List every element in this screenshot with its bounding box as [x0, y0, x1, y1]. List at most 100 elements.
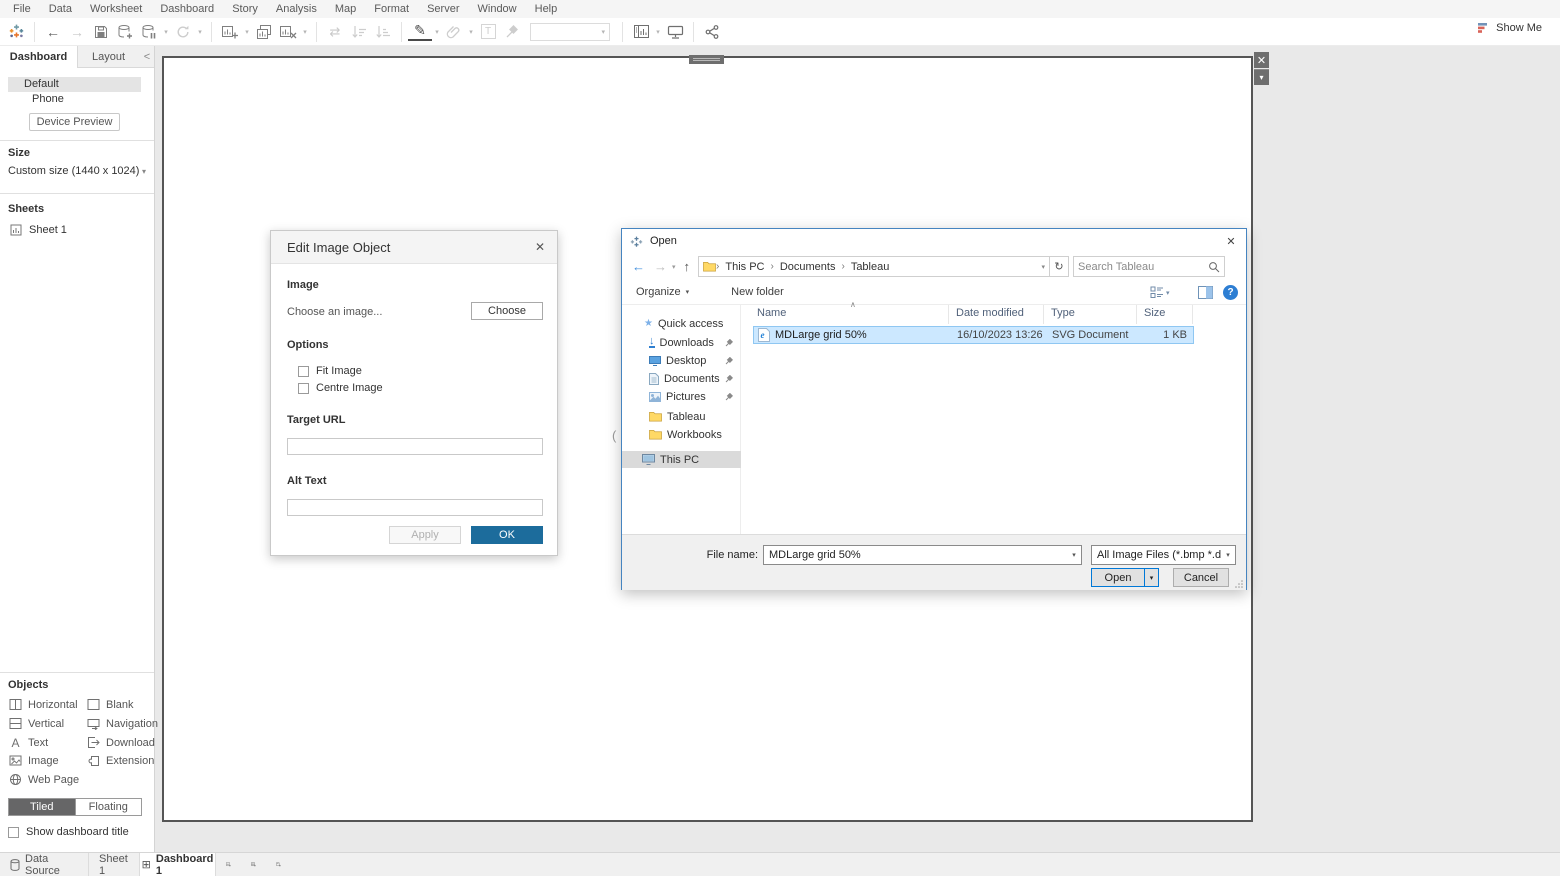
nav-up-icon[interactable]: ↑ [684, 259, 691, 274]
nav-back-icon[interactable]: ← [632, 259, 645, 274]
column-divider[interactable] [1136, 305, 1137, 324]
clear-sheet-icon[interactable] [276, 21, 300, 43]
object-navigation[interactable]: Navigation [87, 717, 158, 730]
show-hide-cards-icon[interactable] [629, 21, 653, 43]
breadcrumb-tableau[interactable]: Tableau [845, 261, 896, 273]
device-default-item[interactable]: Default [8, 77, 141, 92]
column-header-type[interactable]: Type [1051, 307, 1075, 319]
device-phone-item[interactable]: Phone [8, 92, 141, 107]
new-worksheet-icon[interactable] [218, 21, 242, 43]
tab-sheet1[interactable]: Sheet 1 [89, 853, 140, 876]
floating-button[interactable]: Floating [75, 799, 142, 815]
undo-icon[interactable]: ← [41, 21, 65, 43]
column-divider[interactable] [1192, 305, 1193, 324]
column-header-name[interactable]: Name [757, 307, 786, 319]
save-icon[interactable] [89, 21, 113, 43]
tab-dashboard1[interactable]: ⊞ Dashboard 1 [140, 853, 216, 876]
redo-icon[interactable]: → [65, 21, 89, 43]
object-web-page[interactable]: Web Page [9, 773, 79, 786]
search-input[interactable] [1078, 261, 1208, 273]
fix-axes-icon[interactable] [500, 21, 524, 43]
object-menu-caret-icon[interactable]: ▾ [1254, 69, 1269, 85]
share-workbook-icon[interactable] [700, 21, 724, 43]
new-folder-button[interactable]: New folder [731, 286, 784, 298]
column-divider[interactable] [948, 305, 949, 324]
address-bar[interactable]: › This PC › Documents › Tableau ▾ [698, 256, 1050, 277]
address-refresh-icon[interactable]: ↻ [1050, 256, 1069, 277]
object-extension[interactable]: Extension [87, 754, 154, 767]
show-mark-labels-icon[interactable]: T [476, 21, 500, 43]
menu-data[interactable]: Data [40, 3, 81, 15]
nav-downloads[interactable]: ↓ Downloads [649, 334, 741, 351]
highlight-icon[interactable]: ✎ [408, 23, 432, 41]
clear-sheet-caret-icon[interactable]: ▾ [300, 28, 310, 36]
column-header-date-modified[interactable]: Date modified [956, 307, 1024, 319]
open-button[interactable]: Open [1092, 572, 1144, 584]
show-me-button[interactable]: Show Me [1477, 22, 1542, 34]
run-update-icon[interactable] [171, 21, 195, 43]
ok-button[interactable]: OK [471, 526, 543, 544]
show-dashboard-title-checkbox[interactable] [8, 827, 19, 838]
nav-documents[interactable]: Documents [649, 370, 741, 387]
menu-server[interactable]: Server [418, 3, 468, 15]
menu-analysis[interactable]: Analysis [267, 3, 326, 15]
swap-rows-columns-icon[interactable]: ⇄ [323, 21, 347, 43]
view-mode-caret-icon[interactable]: ▾ [1166, 289, 1170, 297]
object-blank[interactable]: Blank [87, 698, 134, 711]
sort-descending-icon[interactable] [371, 21, 395, 43]
duplicate-sheet-icon[interactable] [252, 21, 276, 43]
menu-help[interactable]: Help [526, 3, 567, 15]
edit-dialog-close-icon[interactable]: ✕ [535, 240, 545, 254]
open-button-caret-icon[interactable]: ▾ [1144, 569, 1158, 586]
collapse-pane-icon[interactable]: < [139, 46, 154, 67]
new-data-source-icon[interactable] [113, 21, 137, 43]
tab-data-source[interactable]: Data Source [0, 853, 89, 876]
view-mode-icon[interactable] [1150, 286, 1164, 299]
open-dialog-close-icon[interactable]: ✕ [1216, 235, 1246, 248]
file-type-caret-icon[interactable]: ▾ [1221, 551, 1235, 559]
nav-history-caret-icon[interactable]: ▾ [672, 263, 676, 271]
sheet-list-item[interactable]: Sheet 1 [10, 224, 67, 236]
column-divider[interactable] [1043, 305, 1044, 324]
menu-window[interactable]: Window [469, 3, 526, 15]
target-url-input[interactable] [287, 438, 543, 455]
presentation-mode-icon[interactable] [663, 21, 687, 43]
size-dropdown[interactable]: Custom size (1440 x 1024) ▾ [8, 165, 146, 177]
tiled-button[interactable]: Tiled [9, 799, 75, 815]
object-image[interactable]: Image [9, 754, 59, 767]
nav-pane-grip[interactable]: ( [612, 428, 616, 443]
nav-pictures[interactable]: Pictures [649, 388, 741, 405]
file-name-caret-icon[interactable]: ▾ [1067, 551, 1081, 559]
highlight-caret-icon[interactable]: ▾ [432, 28, 442, 36]
file-row-selected[interactable]: e MDLarge grid 50% 16/10/2023 13:26 SVG … [753, 326, 1194, 344]
sort-ascending-icon[interactable] [347, 21, 371, 43]
breadcrumb-this-pc[interactable]: This PC [719, 261, 770, 273]
centre-image-checkbox[interactable] [298, 383, 309, 394]
address-dropdown-caret-icon[interactable]: ▾ [1042, 263, 1046, 271]
menu-format[interactable]: Format [365, 3, 418, 15]
object-download[interactable]: Download [87, 736, 155, 749]
object-move-handle[interactable] [689, 55, 724, 64]
run-update-caret-icon[interactable]: ▾ [195, 28, 205, 36]
organize-button[interactable]: Organize [636, 286, 681, 298]
remove-object-icon[interactable]: ✕ [1254, 52, 1269, 68]
fit-image-checkbox[interactable] [298, 366, 309, 377]
group-members-icon[interactable] [442, 21, 466, 43]
menu-file[interactable]: File [4, 3, 40, 15]
file-type-combobox[interactable]: All Image Files (*.bmp *.dib *.e ▾ [1091, 545, 1236, 565]
object-text[interactable]: A Text [9, 736, 48, 750]
tab-dashboard[interactable]: Dashboard [0, 46, 77, 68]
menu-dashboard[interactable]: Dashboard [151, 3, 223, 15]
group-members-caret-icon[interactable]: ▾ [466, 28, 476, 36]
show-hide-cards-caret-icon[interactable]: ▾ [653, 28, 663, 36]
new-story-tab-button[interactable] [266, 853, 291, 876]
alt-text-input[interactable] [287, 499, 543, 516]
menu-map[interactable]: Map [326, 3, 365, 15]
nav-this-pc[interactable]: This PC [622, 451, 741, 468]
tab-layout[interactable]: Layout [77, 46, 139, 67]
new-worksheet-caret-icon[interactable]: ▾ [242, 28, 252, 36]
choose-button[interactable]: Choose [471, 302, 543, 320]
new-dashboard-tab-button[interactable] [241, 853, 266, 876]
nav-desktop[interactable]: Desktop [649, 352, 741, 369]
file-name-combobox[interactable]: MDLarge grid 50% ▾ [763, 545, 1082, 565]
